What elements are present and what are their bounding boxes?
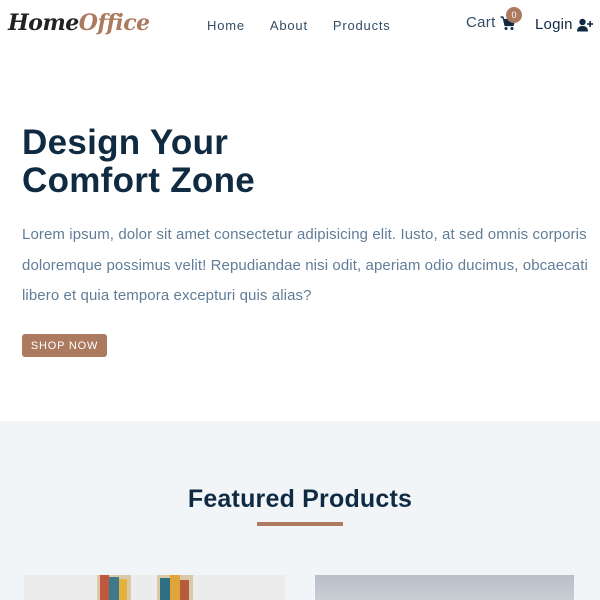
login-button[interactable]: Login (535, 16, 593, 33)
nav-links: Home About Products (207, 18, 391, 33)
navbar: HomeOffice Home About Products Cart 0 Lo… (0, 0, 600, 52)
shop-now-button[interactable]: Shop Now (22, 334, 107, 357)
featured-products-section: Featured Products (0, 421, 600, 600)
cart-label: Cart (466, 14, 496, 31)
nav-link-home[interactable]: Home (207, 18, 245, 33)
product-image (97, 575, 193, 600)
hero-title-line2: Comfort Zone (22, 161, 256, 200)
product-card[interactable] (315, 575, 574, 600)
logo-part-home: Home (8, 10, 79, 36)
logo[interactable]: HomeOffice (8, 10, 150, 36)
hero-title: Design Your Comfort Zone (22, 124, 422, 200)
product-card[interactable] (24, 575, 285, 600)
cart-count-badge: 0 (506, 7, 522, 23)
nav-link-products[interactable]: Products (333, 18, 391, 33)
login-label: Login (535, 16, 573, 33)
product-image (315, 575, 574, 600)
title-underline (257, 522, 343, 526)
hero-description: Lorem ipsum, dolor sit amet consectetur … (22, 226, 588, 304)
nav-link-about[interactable]: About (270, 18, 308, 33)
featured-title: Featured Products (187, 485, 413, 513)
hero-title-line1: Design Your (22, 123, 229, 162)
user-plus-icon (576, 18, 593, 31)
logo-part-office: Office (78, 10, 150, 36)
hero-section: Design Your Comfort Zone Lorem ipsum, do… (0, 52, 600, 420)
